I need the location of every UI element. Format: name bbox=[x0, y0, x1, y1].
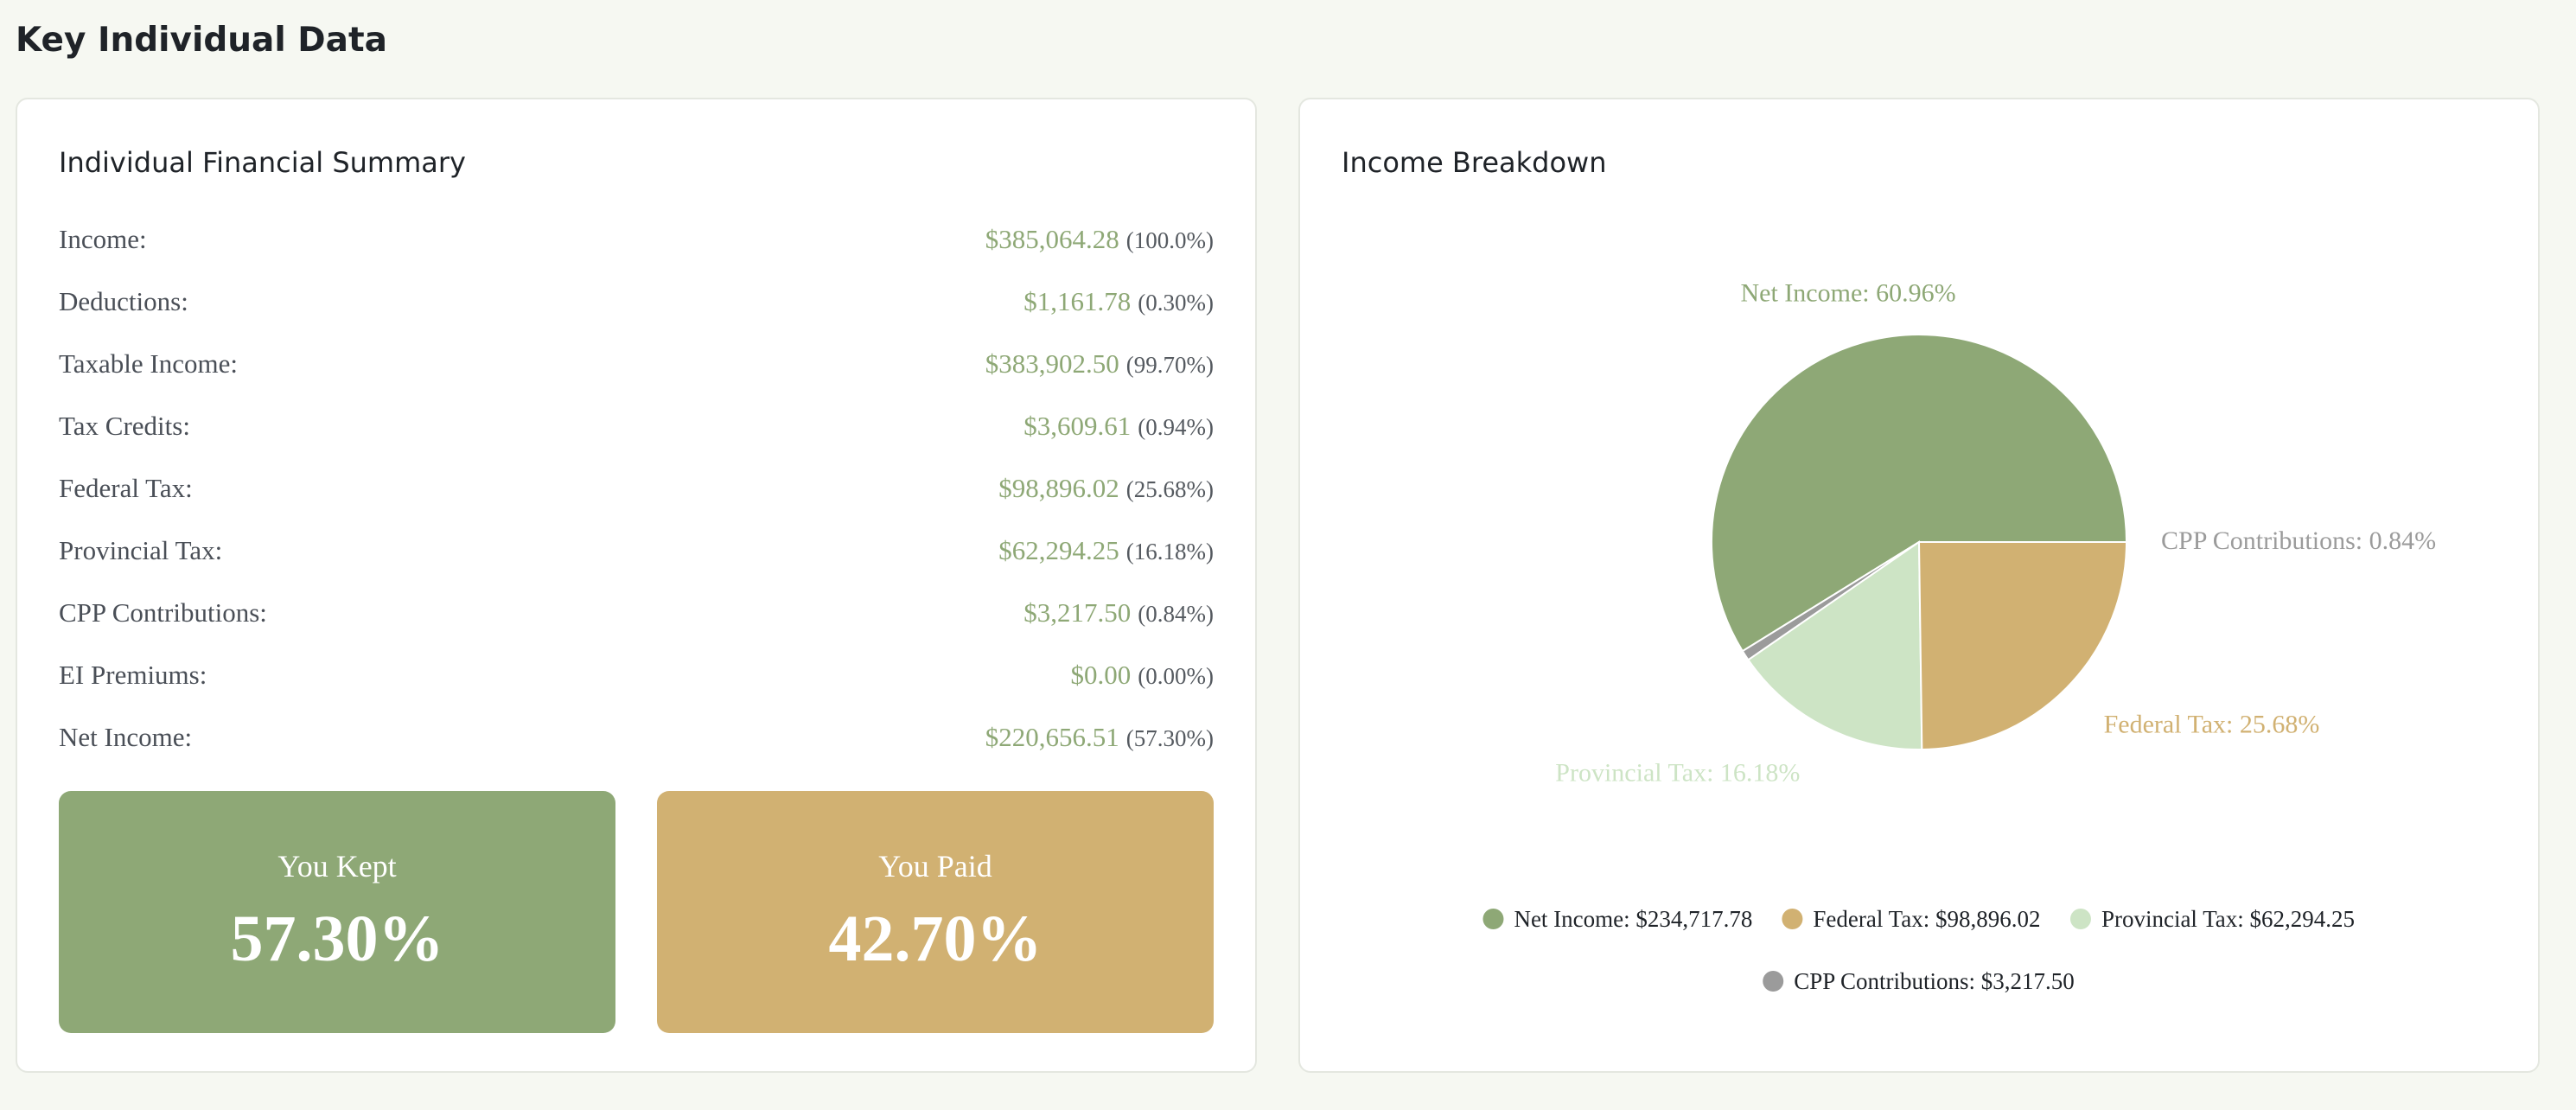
summary-card-title: Individual Financial Summary bbox=[59, 146, 466, 179]
you-kept-value: 57.30% bbox=[230, 903, 444, 975]
page-title: Key Individual Data bbox=[16, 21, 387, 60]
row-label: Deductions: bbox=[59, 286, 188, 316]
you-kept-label: You Kept bbox=[277, 849, 397, 884]
row-label: Net Income: bbox=[59, 722, 193, 752]
row-percent: (57.30%) bbox=[1125, 725, 1214, 751]
summary-row-federal-tax: Federal Tax: $98,896.02 (25.68%) bbox=[59, 457, 1214, 520]
pie-slice-federal-tax bbox=[1917, 541, 2128, 750]
financial-summary-card: Individual Financial Summary Income: $38… bbox=[16, 98, 1257, 1073]
you-paid-label: You Paid bbox=[878, 849, 992, 884]
row-value: $220,656.51 bbox=[985, 722, 1119, 752]
row-label: Federal Tax: bbox=[59, 473, 193, 503]
row-label: Provincial Tax: bbox=[59, 535, 223, 565]
row-label: Income: bbox=[59, 224, 147, 254]
legend-item-net-income[interactable]: Net Income: $234,717.78 bbox=[1514, 906, 1752, 932]
legend-item-federal-tax[interactable]: Federal Tax: $98,896.02 bbox=[1813, 906, 2040, 932]
summary-row-deductions: Deductions: $1,161.78 (0.30%) bbox=[59, 271, 1214, 333]
legend-swatch-federal-tax bbox=[1782, 909, 1803, 929]
row-percent: (16.18%) bbox=[1125, 539, 1214, 565]
row-value: $3,217.50 bbox=[1023, 597, 1132, 628]
legend-swatch-net-income bbox=[1482, 909, 1504, 929]
row-amount: $98,896.02 (25.68%) bbox=[998, 473, 1214, 504]
row-amount: $1,161.78 (0.30%) bbox=[1023, 286, 1214, 317]
row-value: $98,896.02 bbox=[998, 473, 1119, 503]
row-percent: (0.84%) bbox=[1138, 601, 1214, 627]
row-amount: $383,902.50 (99.70%) bbox=[985, 348, 1214, 380]
summary-row-tax-credits: Tax Credits: $3,609.61 (0.94%) bbox=[59, 395, 1214, 457]
row-label: Tax Credits: bbox=[59, 411, 190, 441]
row-percent: (0.30%) bbox=[1138, 290, 1214, 316]
row-value: $385,064.28 bbox=[985, 224, 1119, 254]
pie-label-cpp-contributions: CPP Contributions: 0.84% bbox=[2161, 526, 2436, 555]
summary-row-cpp-contributions: CPP Contributions: $3,217.50 (0.84%) bbox=[59, 582, 1214, 644]
summary-row-ei-premiums: EI Premiums: $0.00 (0.00%) bbox=[59, 644, 1214, 706]
summary-row-net-income: Net Income: $220,656.51 (57.30%) bbox=[59, 706, 1214, 769]
row-percent: (99.70%) bbox=[1125, 352, 1214, 378]
you-kept-box: You Kept 57.30% bbox=[59, 791, 615, 1033]
legend-swatch-provincial-tax bbox=[2069, 909, 2091, 929]
row-value: $383,902.50 bbox=[985, 348, 1119, 379]
row-amount: $62,294.25 (16.18%) bbox=[998, 535, 1214, 566]
row-amount: $3,217.50 (0.84%) bbox=[1023, 597, 1214, 628]
pie-label-provincial-tax: Provincial Tax: 16.18% bbox=[1555, 759, 1800, 788]
row-label: Taxable Income: bbox=[59, 348, 238, 379]
row-amount: $220,656.51 (57.30%) bbox=[985, 722, 1214, 753]
row-value: $62,294.25 bbox=[998, 535, 1119, 565]
row-value: $1,161.78 bbox=[1023, 286, 1132, 316]
row-percent: (0.00%) bbox=[1138, 663, 1214, 689]
you-paid-box: You Paid 42.70% bbox=[657, 791, 1214, 1033]
row-amount: $0.00 (0.00%) bbox=[1071, 660, 1214, 691]
row-percent: (0.94%) bbox=[1138, 414, 1214, 440]
legend-item-cpp-contributions[interactable]: CPP Contributions: $3,217.50 bbox=[1794, 968, 2075, 994]
summary-list: Income: $385,064.28 (100.0%) Deductions: … bbox=[59, 208, 1214, 769]
row-percent: (25.68%) bbox=[1125, 476, 1214, 502]
summary-row-income: Income: $385,064.28 (100.0%) bbox=[59, 208, 1214, 271]
income-pie-chart: Net Income: 60.96% CPP Contributions: 0.8… bbox=[1482, 278, 2436, 994]
legend-swatch-cpp-contributions bbox=[1763, 971, 1784, 992]
row-amount: $385,064.28 (100.0%) bbox=[985, 224, 1214, 255]
legend-item-provincial-tax[interactable]: Provincial Tax: $62,294.25 bbox=[2101, 906, 2355, 932]
row-value: $0.00 bbox=[1070, 660, 1132, 690]
row-label: EI Premiums: bbox=[59, 660, 207, 690]
row-label: CPP Contributions: bbox=[59, 597, 267, 628]
pie-label-federal-tax: Federal Tax: 25.68% bbox=[2104, 711, 2320, 739]
you-paid-value: 42.70% bbox=[828, 903, 1043, 975]
row-value: $3,609.61 bbox=[1023, 411, 1132, 441]
summary-row-provincial-tax: Provincial Tax: $62,294.25 (16.18%) bbox=[59, 520, 1214, 582]
pie-label-net-income: Net Income: 60.96% bbox=[1740, 278, 1955, 307]
summary-row-taxable-income: Taxable Income: $383,902.50 (99.70%) bbox=[59, 333, 1214, 395]
row-percent: (100.0%) bbox=[1125, 227, 1214, 253]
income-breakdown-card: Income Breakdown Net Income: 60.96% CPP C… bbox=[1298, 98, 2540, 1073]
row-amount: $3,609.61 (0.94%) bbox=[1023, 411, 1214, 442]
